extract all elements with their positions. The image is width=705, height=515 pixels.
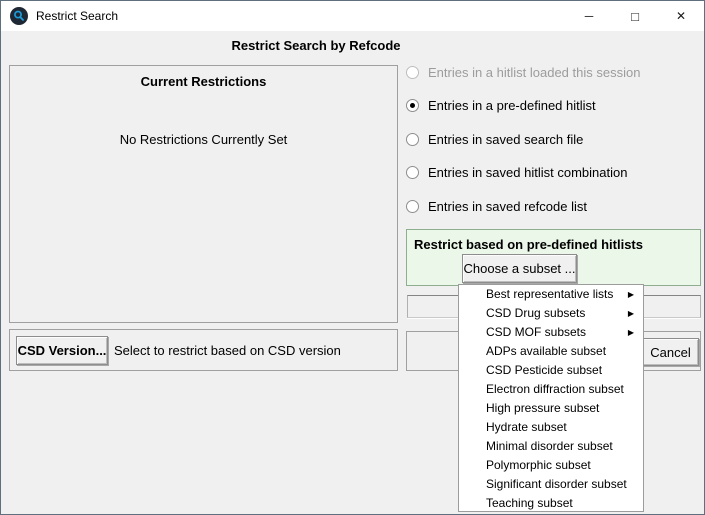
radio-saved-refcode-list[interactable]: Entries in saved refcode list — [406, 198, 587, 214]
menu-item-best-representative-lists[interactable]: Best representative lists ▶ — [459, 285, 643, 304]
restrict-search-dialog: Restrict Search ─ □ ✕ Restrict Search by… — [0, 0, 705, 515]
menu-item-polymorphic-subset[interactable]: Polymorphic subset — [459, 456, 643, 475]
subset-popup-menu: Best representative lists ▶ CSD Drug sub… — [458, 284, 644, 512]
cancel-button[interactable]: Cancel — [642, 338, 699, 366]
dialog-heading: Restrict Search by Refcode — [231, 38, 401, 53]
menu-item-csd-pesticide-subset[interactable]: CSD Pesticide subset — [459, 361, 643, 380]
menu-item-electron-diffraction-subset[interactable]: Electron diffraction subset — [459, 380, 643, 399]
predefined-hitlists-panel: Restrict based on pre-defined hitlists C… — [406, 229, 701, 286]
submenu-arrow-icon: ▶ — [627, 290, 634, 299]
radio-circle-icon[interactable] — [406, 98, 419, 112]
menu-item-significant-disorder-subset[interactable]: Significant disorder subset — [459, 475, 643, 494]
csd-version-button[interactable]: CSD Version... — [16, 336, 108, 365]
menu-item-high-pressure-subset[interactable]: High pressure subset — [459, 399, 643, 418]
radio-circle-icon[interactable] — [406, 165, 419, 179]
csd-version-description: Select to restrict based on CSD version — [114, 343, 341, 358]
radio-predefined-hitlist[interactable]: Entries in a pre-defined hitlist — [406, 97, 596, 113]
minimize-button[interactable]: ─ — [566, 1, 612, 31]
radio-saved-hitlist-combination[interactable]: Entries in saved hitlist combination — [406, 164, 627, 180]
close-button[interactable]: ✕ — [658, 1, 704, 31]
radio-circle-icon — [406, 65, 419, 79]
radio-circle-icon[interactable] — [406, 199, 419, 213]
menu-item-csd-mof-subsets[interactable]: CSD MOF subsets ▶ — [459, 323, 643, 342]
menu-item-csd-drug-subsets[interactable]: CSD Drug subsets ▶ — [459, 304, 643, 323]
radio-hitlist-loaded-session: Entries in a hitlist loaded this session — [406, 64, 640, 80]
submenu-arrow-icon: ▶ — [627, 328, 634, 337]
choose-subset-button[interactable]: Choose a subset ... — [462, 254, 577, 283]
menu-item-minimal-disorder-subset[interactable]: Minimal disorder subset — [459, 437, 643, 456]
predefined-hitlists-title: Restrict based on pre-defined hitlists — [414, 237, 643, 252]
maximize-button[interactable]: □ — [612, 1, 658, 31]
app-search-icon — [10, 7, 28, 25]
radio-saved-search-file[interactable]: Entries in saved search file — [406, 131, 583, 147]
current-restrictions-title: Current Restrictions — [140, 74, 267, 89]
no-restrictions-message: No Restrictions Currently Set — [119, 132, 288, 147]
current-restrictions-panel: Current Restrictions No Restrictions Cur… — [9, 65, 398, 323]
titlebar: Restrict Search ─ □ ✕ — [1, 1, 704, 31]
radio-circle-icon[interactable] — [406, 132, 419, 146]
csd-version-panel: CSD Version... Select to restrict based … — [9, 329, 398, 371]
submenu-arrow-icon: ▶ — [627, 309, 634, 318]
menu-item-hydrate-subset[interactable]: Hydrate subset — [459, 418, 643, 437]
menu-item-adps-available-subset[interactable]: ADPs available subset — [459, 342, 643, 361]
menu-item-teaching-subset[interactable]: Teaching subset — [459, 494, 643, 513]
window-title: Restrict Search — [36, 9, 119, 23]
